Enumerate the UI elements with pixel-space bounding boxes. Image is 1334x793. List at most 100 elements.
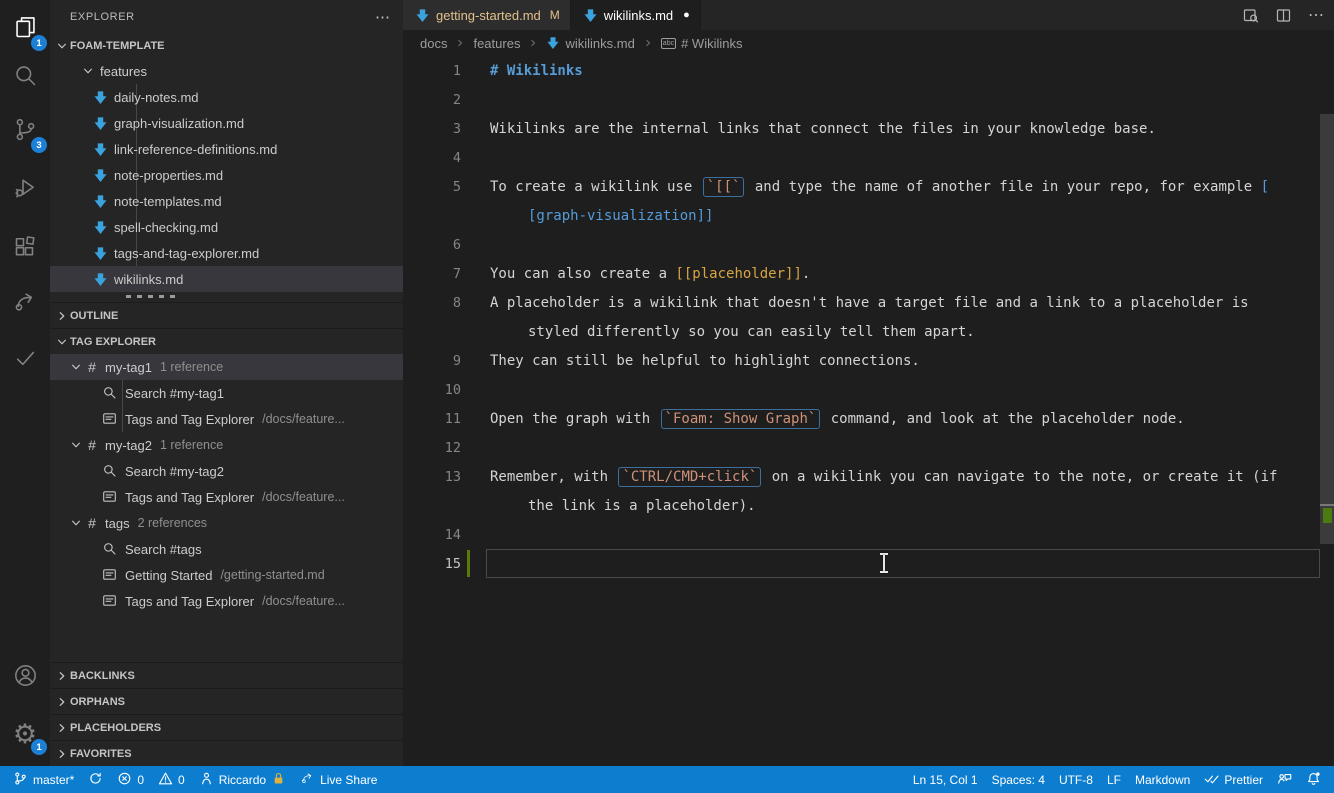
editor-line-wrap[interactable]: [graph-visualization]] (403, 201, 1334, 230)
editor-line-6[interactable]: 6 (403, 230, 1334, 259)
open-preview-icon[interactable] (1242, 7, 1259, 24)
editor-line-5[interactable]: 5 To create a wikilink use `[[` and type … (403, 172, 1334, 201)
bell-icon (1306, 771, 1321, 789)
section-label: ORPHANS (70, 695, 126, 708)
activity-item-account[interactable] (0, 656, 50, 700)
code-editor[interactable]: 1 # Wikilinks 2 3 Wikilinks are the internal… (403, 56, 1334, 766)
editor-line-2[interactable]: 2 (403, 85, 1334, 114)
activity-item-checks[interactable] (0, 338, 50, 382)
tree-folder-features[interactable]: features (50, 58, 403, 84)
search-small-icon (102, 541, 118, 557)
tag-child-search[interactable]: Search #my-tag1 (50, 380, 403, 406)
breadcrumb-item[interactable]: docs (420, 36, 447, 51)
section-outline[interactable]: OUTLINE (50, 302, 403, 328)
status-indentation[interactable]: Spaces: 4 (985, 766, 1052, 793)
tag-row-my-tag1[interactable]: # my-tag1 1 reference (50, 354, 403, 380)
tree-file-note-templates.md[interactable]: note-templates.md (50, 188, 403, 214)
status-live-share[interactable]: Live Share (293, 766, 384, 793)
wikilink-text[interactable]: [graph-visualization]] (528, 208, 713, 224)
status-errors[interactable]: 0 (110, 766, 151, 793)
editor-line-15[interactable]: 15 (403, 549, 1334, 578)
status-sync[interactable] (81, 766, 110, 793)
tag-child-note[interactable]: Getting Started/getting-started.md (50, 562, 403, 588)
tree-file-link-reference-definitions.md[interactable]: link-reference-definitions.md (50, 136, 403, 162)
section-orphans[interactable]: ORPHANS (50, 688, 403, 714)
inline-code-span: `Foam: Show Graph` (660, 408, 821, 429)
activity-badge: 3 (31, 137, 47, 153)
tree-file-graph-visualization.md[interactable]: graph-visualization.md (50, 110, 403, 136)
activity-item-run-debug[interactable] (0, 168, 50, 212)
split-editor-icon[interactable] (1275, 7, 1292, 24)
section-tag-explorer[interactable]: TAG EXPLORER (50, 328, 403, 354)
tree-file-wikilinks.md[interactable]: wikilinks.md (50, 266, 403, 292)
status-label: Markdown (1134, 772, 1191, 787)
status-eol[interactable]: LF (1100, 766, 1128, 793)
breadcrumb-item[interactable]: features (473, 36, 520, 51)
tag-child-note[interactable]: Tags and Tag Explorer/docs/feature... (50, 484, 403, 510)
tab-wikilinks.md[interactable]: wikilinks.md ● (570, 0, 701, 30)
section-placeholders[interactable]: PLACEHOLDERS (50, 714, 403, 740)
placeholder-link-text[interactable]: [[placeholder]] (675, 266, 801, 282)
plain-text: on a wikilink you can navigate to the no… (763, 468, 1278, 485)
error-icon (117, 771, 132, 789)
tree-file-note-properties.md[interactable]: note-properties.md (50, 162, 403, 188)
symbol-text-icon: abc (660, 37, 677, 49)
mouse-ibeam-cursor (879, 553, 889, 573)
activity-item-source-control[interactable]: 3 (0, 110, 50, 154)
tree-file-spell-checking.md[interactable]: spell-checking.md (50, 214, 403, 240)
section-backlinks[interactable]: BACKLINKS (50, 662, 403, 688)
editor-line-7[interactable]: 7 You can also create a [[placeholder]]. (403, 259, 1334, 288)
status-warnings[interactable]: 0 (151, 766, 192, 793)
tag-row-tags[interactable]: # tags 2 references (50, 510, 403, 536)
tag-row-my-tag2[interactable]: # my-tag2 1 reference (50, 432, 403, 458)
editor-line-9[interactable]: 9 They can still be helpful to highlight … (403, 346, 1334, 375)
status-notifications[interactable] (1299, 766, 1328, 793)
editor-line-1[interactable]: 1 # Wikilinks (403, 56, 1334, 85)
breadcrumb-item[interactable]: wikilinks.md (546, 36, 635, 51)
editor-line-10[interactable]: 10 (403, 375, 1334, 404)
tag-child-note[interactable]: Tags and Tag Explorer/docs/feature... (50, 588, 403, 614)
breadcrumb-separator-icon (454, 37, 466, 49)
more-actions-icon[interactable]: ⋯ (375, 8, 391, 26)
note-icon (102, 593, 118, 609)
status-formatter[interactable]: Prettier (1197, 766, 1270, 793)
status-feedback[interactable] (1270, 766, 1299, 793)
tag-child-search[interactable]: Search #my-tag2 (50, 458, 403, 484)
line-number: 12 (444, 439, 461, 456)
status-cursor-position[interactable]: Ln 15, Col 1 (906, 766, 985, 793)
editor-line-4[interactable]: 4 (403, 143, 1334, 172)
editor-line-wrap[interactable]: the link is a placeholder). (403, 491, 1334, 520)
plain-text: A placeholder is a wikilink that doesn't… (490, 294, 1249, 311)
tree-file-daily-notes.md[interactable]: daily-notes.md (50, 84, 403, 110)
tab-getting-started.md[interactable]: getting-started.md M (403, 0, 571, 30)
tag-hash-icon: # (88, 515, 96, 531)
editor-line-wrap[interactable]: styled differently so you can easily tel… (403, 317, 1334, 346)
status-language-mode[interactable]: Markdown (1128, 766, 1197, 793)
activity-item-settings[interactable]: ⚙ 1 (0, 712, 50, 756)
tree-file-tags-and-tag-explorer.md[interactable]: tags-and-tag-explorer.md (50, 240, 403, 266)
editor-line-13[interactable]: 13 Remember, with `CTRL/CMD+click` on a w… (403, 462, 1334, 491)
status-branch[interactable]: master* (6, 766, 81, 793)
activity-item-extensions[interactable] (0, 228, 50, 272)
plain-text: They can still be helpful to highlight c… (490, 352, 920, 369)
editor-line-8[interactable]: 8 A placeholder is a wikilink that doesn'… (403, 288, 1334, 317)
tag-reference-count: 2 references (137, 516, 208, 530)
breadcrumb-item[interactable]: abc # Wikilinks (660, 36, 743, 51)
section-favorites[interactable]: FAVORITES (50, 740, 403, 766)
tag-child-search[interactable]: Search #tags (50, 536, 403, 562)
tag-child-note[interactable]: Tags and Tag Explorer/docs/feature... (50, 406, 403, 432)
editor-line-3[interactable]: 3 Wikilinks are the internal links that c… (403, 114, 1334, 143)
editor-line-11[interactable]: 11 Open the graph with `Foam: Show Graph`… (403, 404, 1334, 433)
activity-item-search[interactable] (0, 56, 50, 100)
line-text: Wikilinks are the internal links that co… (475, 121, 1156, 137)
activity-item-explorer[interactable]: 1 (0, 8, 50, 52)
editor-line-14[interactable]: 14 (403, 520, 1334, 549)
status-encoding[interactable]: UTF-8 (1052, 766, 1100, 793)
status-account[interactable]: Riccardo (192, 766, 293, 793)
activity-item-live-share[interactable] (0, 283, 50, 327)
section-foam-template[interactable]: FOAM-TEMPLATE (50, 34, 403, 58)
editor-line-12[interactable]: 12 (403, 433, 1334, 462)
more-actions-icon[interactable]: ⋯ (1308, 7, 1324, 24)
wikilink-text[interactable]: [ (1261, 179, 1269, 195)
git-modified-badge: M (549, 8, 560, 22)
